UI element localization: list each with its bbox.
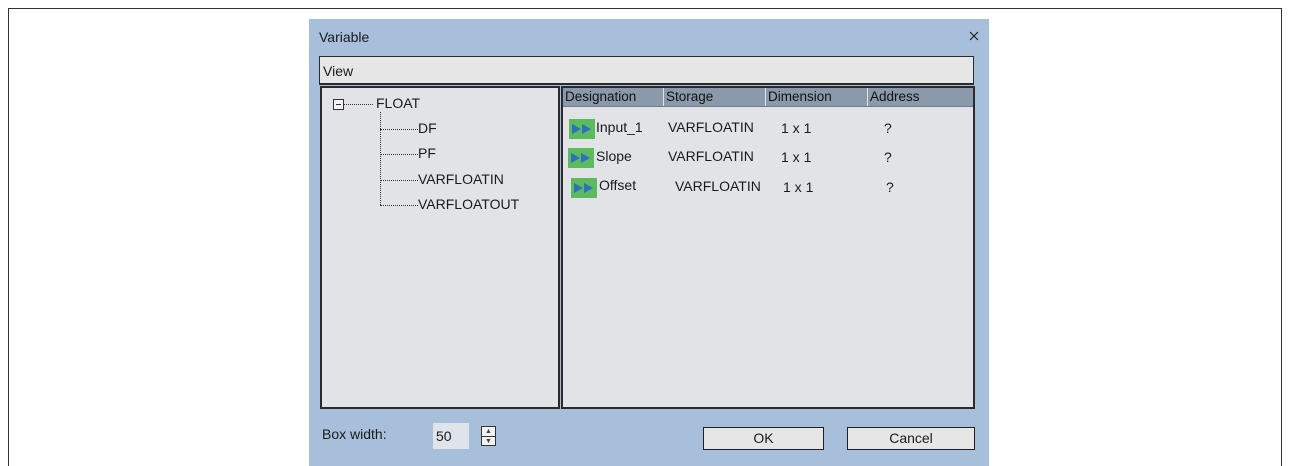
variable-arrow-icon bbox=[568, 148, 594, 168]
cancel-button[interactable]: Cancel bbox=[847, 427, 975, 450]
tree-node-float[interactable]: FLOAT bbox=[376, 95, 420, 111]
cell-designation: Input_1 bbox=[596, 119, 643, 135]
tree-connector bbox=[380, 180, 418, 181]
ok-button[interactable]: OK bbox=[703, 427, 824, 450]
cell-storage: VARFLOATIN bbox=[668, 119, 754, 135]
cell-dimension: 1 x 1 bbox=[781, 149, 812, 165]
cell-address: ? bbox=[884, 149, 892, 165]
box-width-label: Box width: bbox=[322, 426, 387, 442]
box-width-input[interactable]: 50 bbox=[433, 423, 469, 449]
tree-panel: FLOAT DF PF VARFLOATIN VARFLOATOUT bbox=[320, 86, 559, 409]
column-header-dimension[interactable]: Dimension bbox=[766, 88, 868, 106]
variable-arrow-icon bbox=[571, 178, 597, 198]
close-icon[interactable] bbox=[968, 26, 980, 46]
cell-address: ? bbox=[886, 179, 894, 195]
column-header-address[interactable]: Address bbox=[868, 88, 973, 106]
spin-up-icon[interactable]: ▲ bbox=[482, 427, 495, 437]
tree-node-varfloatout[interactable]: VARFLOATOUT bbox=[418, 196, 519, 212]
box-width-spinner[interactable]: ▲ ▼ bbox=[481, 426, 496, 446]
tree-node-pf[interactable]: PF bbox=[418, 145, 436, 161]
view-label: View bbox=[323, 63, 354, 79]
cell-designation: Slope bbox=[596, 148, 632, 164]
column-header-designation[interactable]: Designation bbox=[563, 88, 664, 106]
cell-storage: VARFLOATIN bbox=[675, 178, 761, 194]
variable-list: Designation Storage Dimension Address In… bbox=[563, 86, 975, 409]
cell-dimension: 1 x 1 bbox=[781, 120, 812, 136]
tree-connector bbox=[380, 205, 418, 206]
tree-connector bbox=[380, 129, 418, 130]
variable-dialog: Variable View FLOAT DF PF VARFLOATIN VAR… bbox=[309, 19, 989, 466]
dialog-title: Variable bbox=[319, 29, 370, 45]
collapse-toggle-icon[interactable] bbox=[333, 99, 344, 110]
list-row[interactable]: Input_1 VARFLOATIN 1 x 1 ? bbox=[563, 117, 973, 143]
spin-down-icon[interactable]: ▼ bbox=[482, 437, 495, 446]
tree-node-varfloatin[interactable]: VARFLOATIN bbox=[418, 171, 504, 187]
list-row[interactable]: Offset VARFLOATIN 1 x 1 ? bbox=[563, 175, 973, 201]
tree-node-df[interactable]: DF bbox=[418, 120, 437, 136]
list-row[interactable]: Slope VARFLOATIN 1 x 1 ? bbox=[563, 145, 973, 171]
cell-dimension: 1 x 1 bbox=[783, 179, 814, 195]
cell-address: ? bbox=[884, 120, 892, 136]
variable-arrow-icon bbox=[569, 119, 595, 139]
column-header-storage[interactable]: Storage bbox=[664, 88, 766, 106]
cell-storage: VARFLOATIN bbox=[668, 148, 754, 164]
view-bar: View bbox=[319, 56, 974, 85]
tree-connector bbox=[380, 154, 418, 155]
list-header: Designation Storage Dimension Address bbox=[563, 88, 973, 107]
tree-connector bbox=[380, 112, 381, 205]
cell-designation: Offset bbox=[599, 177, 637, 193]
tree-connector bbox=[344, 104, 373, 105]
